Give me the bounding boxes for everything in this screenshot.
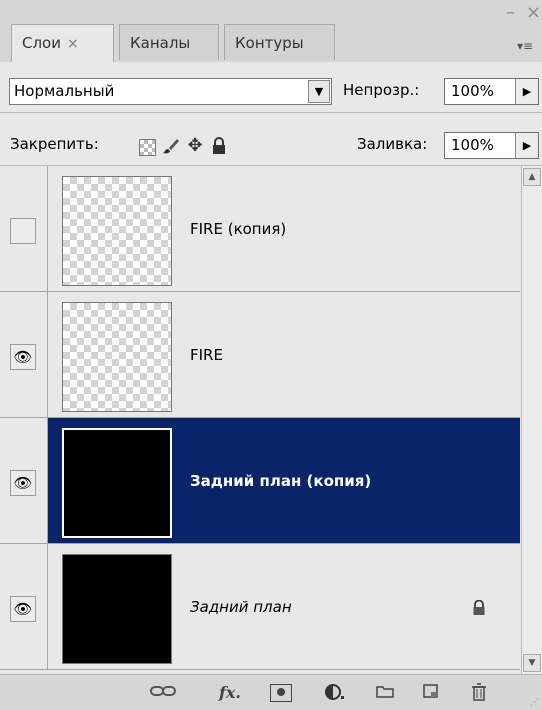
scroll-down-icon[interactable]: ▼ — [523, 654, 541, 672]
fill-label: Заливка: — [357, 135, 428, 153]
layer-name[interactable]: Задний план — [190, 544, 292, 670]
brush-icon[interactable] — [162, 137, 180, 155]
scroll-up-icon[interactable]: ▲ — [523, 168, 541, 186]
blend-row: Нормальный ▼ Непрозр.: 100% ▶ — [0, 66, 542, 106]
transparency-lock-icon[interactable] — [139, 139, 156, 156]
lock-row: Закрепить: ✥ Заливка: 100% ▶ — [0, 120, 542, 160]
visibility-cell[interactable]: 👁 — [0, 292, 48, 417]
layer-row[interactable]: 👁 FIRE — [0, 292, 520, 418]
dropdown-arrow-icon[interactable]: ▼ — [308, 80, 330, 103]
layer-thumbnail[interactable] — [62, 302, 172, 412]
visibility-cell[interactable]: 👁 — [0, 544, 48, 669]
fill-slider-arrow-icon[interactable]: ▶ — [515, 133, 538, 158]
layers-list: FIRE (копия) 👁 FIRE 👁 Задний план (копия… — [0, 166, 520, 674]
move-icon[interactable]: ✥ — [186, 137, 204, 155]
fx-icon[interactable]: fx. — [212, 683, 248, 703]
blend-mode-select[interactable]: Нормальный ▼ — [9, 78, 332, 105]
layer-name[interactable]: FIRE — [190, 292, 223, 418]
tab-close-icon[interactable]: × — [67, 36, 79, 52]
new-layer-icon[interactable] — [420, 683, 442, 703]
layer-name[interactable]: Задний план (копия) — [190, 418, 371, 544]
panel-menu-icon[interactable]: ▾≡ — [514, 36, 536, 56]
tab-channels[interactable]: Каналы — [119, 24, 219, 60]
resize-grip[interactable]: ⋰ — [530, 698, 540, 708]
opacity-value: 100% — [451, 82, 494, 100]
fill-field[interactable]: 100% ▶ — [444, 132, 539, 159]
layers-bottom-bar: fx. ⋰ — [0, 674, 542, 710]
opacity-label: Непрозр.: — [343, 81, 420, 99]
lock-label: Закрепить: — [10, 135, 99, 153]
adjustment-icon[interactable] — [322, 683, 348, 703]
layer-row-selected[interactable]: 👁 Задний план (копия) — [0, 418, 520, 544]
fill-value: 100% — [451, 136, 494, 154]
panel-tab-bar: – × ▾≡ Слои × Каналы Контуры — [0, 0, 542, 62]
layer-name[interactable]: FIRE (копия) — [190, 166, 286, 292]
layer-row[interactable]: FIRE (копия) — [0, 166, 520, 292]
layer-row[interactable]: 👁 Задний план — [0, 544, 520, 670]
layers-scrollbar[interactable]: ▲ ▼ — [521, 166, 542, 674]
tab-layers-label: Слои — [22, 34, 61, 52]
layer-thumbnail[interactable] — [62, 428, 172, 538]
folder-icon[interactable] — [374, 683, 396, 703]
visibility-cell[interactable] — [0, 166, 48, 291]
opacity-field[interactable]: 100% ▶ — [444, 78, 539, 105]
layer-thumbnail[interactable] — [62, 554, 172, 664]
tab-paths[interactable]: Контуры — [224, 24, 335, 60]
visibility-cell[interactable]: 👁 — [0, 418, 48, 543]
lock-icon — [472, 599, 486, 620]
opacity-slider-arrow-icon[interactable]: ▶ — [515, 79, 538, 104]
layers-panel: – × ▾≡ Слои × Каналы Контуры Нормальный ▼… — [0, 0, 542, 710]
tab-layers[interactable]: Слои × — [11, 24, 114, 62]
eye-icon[interactable]: 👁 — [10, 470, 36, 496]
tab-paths-label: Контуры — [235, 34, 304, 52]
close-panel-button[interactable]: × — [526, 4, 541, 22]
blend-mode-value: Нормальный — [14, 82, 115, 100]
layer-thumbnail[interactable] — [62, 176, 172, 286]
tab-channels-label: Каналы — [130, 34, 191, 52]
visibility-toggle[interactable] — [10, 218, 36, 244]
link-layers-icon[interactable] — [150, 683, 176, 703]
minimize-button[interactable]: – — [506, 4, 515, 22]
lock-icon[interactable] — [210, 137, 228, 155]
eye-icon[interactable]: 👁 — [10, 344, 36, 370]
eye-icon[interactable]: 👁 — [10, 596, 36, 622]
trash-icon[interactable] — [468, 683, 490, 703]
mask-icon[interactable] — [270, 684, 292, 702]
divider — [0, 112, 542, 113]
